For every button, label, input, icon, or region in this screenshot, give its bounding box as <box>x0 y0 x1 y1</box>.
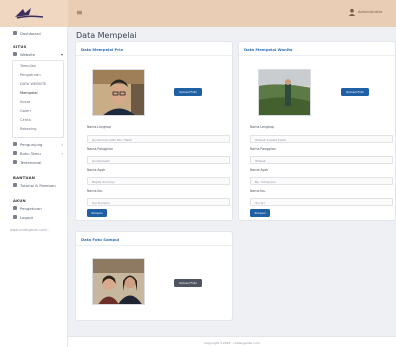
card-title: Data Mempelai Wanita <box>244 47 293 52</box>
sidebar-item-label: Tutorial & Panduan <box>20 182 56 188</box>
sidebar-item-website[interactable]: Website ▾ <box>0 49 68 59</box>
field-label: Nama Lengkap <box>87 125 111 129</box>
field-label: Nama Ibu <box>87 189 103 193</box>
dashboard-icon <box>13 31 17 35</box>
field-label: Nama Lengkap <box>250 125 274 129</box>
mother-name-input[interactable]: Ibu Sumarni <box>87 198 230 206</box>
upload-photo-button[interactable]: Upload Foto <box>174 88 202 96</box>
field-label: Nama Ayah <box>250 168 269 172</box>
chevron-right-icon: › <box>61 141 63 147</box>
mother-name-input[interactable]: Ibu Sri <box>250 198 393 206</box>
brand-area[interactable] <box>0 0 68 27</box>
submenu-item-rekening[interactable]: Rekening <box>20 127 37 131</box>
field-label: Nama Panggilan <box>250 147 276 151</box>
save-button[interactable]: Simpan <box>87 209 107 217</box>
input-value: Bp. Suharjono <box>255 179 277 184</box>
nickname-input[interactable]: Wiwiek <box>250 156 393 164</box>
full-name-input[interactable]: Wiwiek Swasta Dewi <box>250 135 393 143</box>
submenu-heading-data-website: DATA WEBSITE <box>20 82 47 86</box>
cover-photo <box>92 258 145 305</box>
book-icon <box>13 151 17 155</box>
submenu-item-cerita[interactable]: Cerita <box>20 118 31 122</box>
logout-icon <box>13 215 17 219</box>
upload-photo-button[interactable]: Upload Foto <box>341 88 369 96</box>
submenu-item-mempelai[interactable]: Mempelai <box>20 91 38 95</box>
sidebar-item-label: Pengaturan <box>20 205 42 211</box>
sidebar-item-label: Buku Tamu <box>20 150 41 156</box>
page-title: Data Mempelai <box>76 31 137 40</box>
submenu-item-tampilan[interactable]: Tampilan <box>20 64 36 68</box>
sidebar-item-label: Testimonial <box>20 159 42 165</box>
footer: Copyright ©2023 · Undanganku.com <box>68 336 396 347</box>
help-icon <box>13 183 17 187</box>
card-mempelai-wanita: Data Mempelai Wanita Upload Foto Nama Le… <box>239 42 395 220</box>
user-name[interactable]: Administrator <box>358 10 383 14</box>
bride-photo <box>258 69 311 116</box>
sidebar-item-dashboard[interactable]: Dashboard <box>0 28 68 38</box>
input-value: Guntarwan Adhi Nur Haleh <box>92 137 133 142</box>
copyright-text: Copyright ©2023 · Undanganku.com <box>204 340 260 345</box>
divider <box>239 55 395 56</box>
sidebar-item-label: Logout <box>20 214 33 220</box>
divider <box>76 55 232 56</box>
father-name-input[interactable]: Bp. Suharjono <box>250 177 393 185</box>
chevron-down-icon: ▾ <box>60 51 63 57</box>
chevron-right-icon: › <box>61 150 63 156</box>
full-name-input[interactable]: Guntarwan Adhi Nur Haleh <box>87 135 230 143</box>
input-value: Wiwiek Swasta Dewi <box>255 137 286 142</box>
comment-icon <box>13 160 17 164</box>
input-value: Ibu Sumarni <box>92 200 111 205</box>
divider <box>76 245 232 246</box>
sidebar: Dashboard SITUS Website ▾ Tampilan Penga… <box>0 27 68 347</box>
field-label: Nama Panggilan <box>87 147 113 151</box>
sidebar-item-testimonial[interactable]: Testimonial <box>0 157 68 167</box>
save-button[interactable]: Simpan <box>250 209 270 217</box>
input-value: Guntarwadi <box>92 158 110 163</box>
sidebar-item-tutorial[interactable]: Tutorial & Panduan <box>0 180 68 190</box>
globe-icon <box>13 52 17 56</box>
sidebar-item-label: Dashboard <box>20 30 41 36</box>
gear-icon <box>13 206 17 210</box>
user-avatar-icon[interactable] <box>348 8 356 16</box>
card-mempelai-pria: Data Mempelai Pria Upload Foto Nama Leng… <box>76 42 232 220</box>
card-foto-sampul: Data Foto Sampul Upload Foto <box>76 232 232 320</box>
field-label: Nama Ayah <box>87 168 106 172</box>
submenu-item-pengaturan[interactable]: Pengaturan <box>20 73 41 77</box>
input-value: Wiwiek <box>255 158 266 163</box>
input-value: Ibu Sri <box>255 200 265 205</box>
nickname-input[interactable]: Guntarwadi <box>87 156 230 164</box>
submenu-item-galeri[interactable]: Galeri <box>20 109 31 113</box>
sidebar-item-label: Website <box>20 51 36 57</box>
upload-photo-button[interactable]: Upload Foto <box>174 279 202 287</box>
submenu-item-acara[interactable]: Acara <box>20 100 30 104</box>
logo-icon <box>15 8 44 19</box>
users-icon <box>13 142 17 146</box>
input-value: Bapak Sumarjo <box>92 179 115 184</box>
sidebar-item-logout[interactable]: Logout <box>0 212 68 222</box>
father-name-input[interactable]: Bapak Sumarjo <box>87 177 230 185</box>
groom-photo <box>92 69 145 116</box>
top-bar: ≡ Administrator <box>0 0 396 27</box>
card-title: Data Mempelai Pria <box>81 47 124 52</box>
menu-toggle-icon[interactable]: ≡ <box>76 8 83 18</box>
field-label: Nama Ibu <box>250 189 266 193</box>
sidebar-item-label: Pengunjung <box>20 141 43 147</box>
card-title: Data Foto Sampul <box>81 237 120 242</box>
sidebar-site-link[interactable]: www.undanganku.com/... <box>10 228 50 232</box>
